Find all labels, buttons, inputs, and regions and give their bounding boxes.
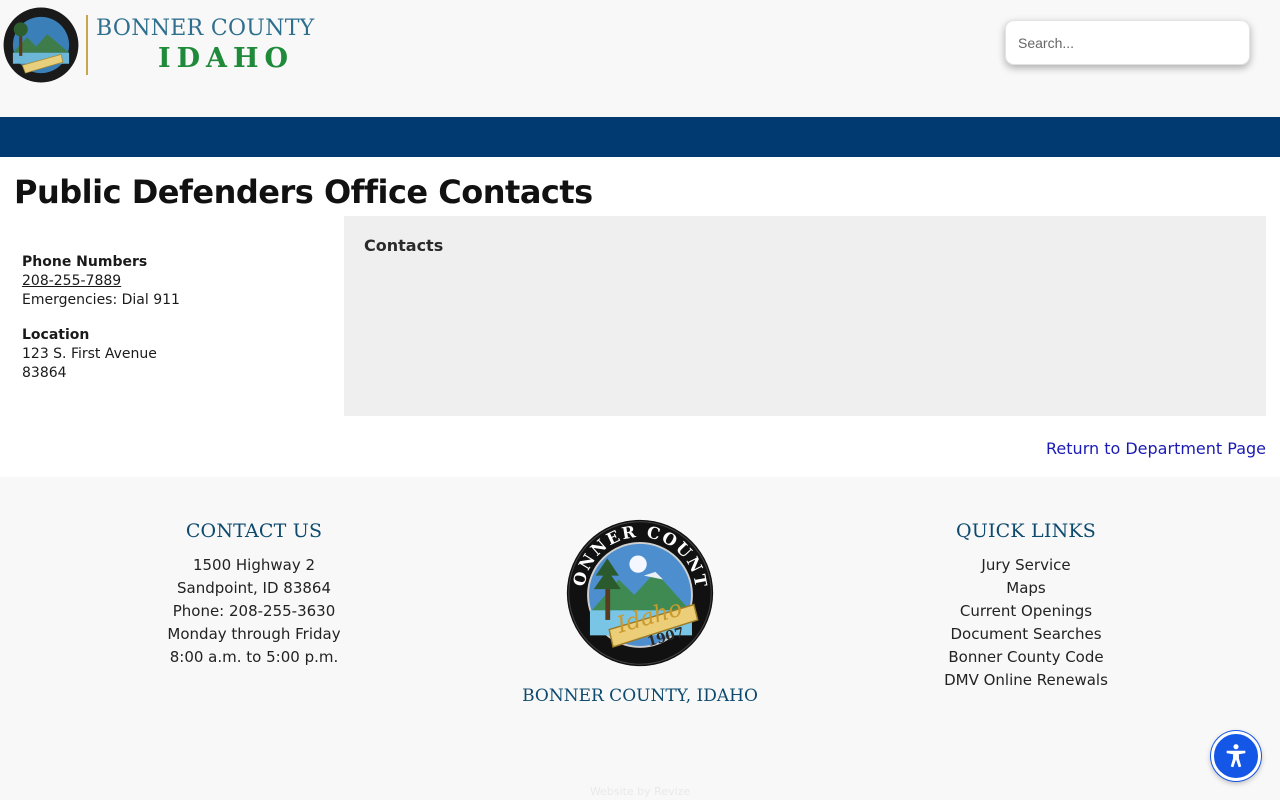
- quick-links-heading: QUICK LINKS: [955, 520, 1097, 542]
- logo-text: BONNER COUNTY IDAHO: [96, 16, 315, 74]
- seal-caption: BONNER COUNTY, IDAHO: [522, 686, 758, 706]
- main-content: Public Defenders Office Contacts Phone N…: [0, 157, 1280, 477]
- link-dmv-renewals[interactable]: DMV Online Renewals: [906, 669, 1146, 692]
- location-section: Location 123 S. First Avenue 83864: [22, 326, 180, 383]
- search-box: [1005, 20, 1250, 65]
- address-zip: 83864: [22, 365, 67, 381]
- logo-divider: [86, 15, 88, 75]
- contact-phone: Phone: 208-255-3630: [172, 602, 336, 620]
- phone-number-link[interactable]: 208-255-7889: [22, 273, 121, 289]
- site-footer: CONTACT US 1500 Highway 2 Sandpoint, ID …: [0, 477, 1280, 800]
- contact-city: Sandpoint, ID 83864: [177, 579, 331, 597]
- contact-heading: CONTACT US: [185, 520, 323, 542]
- logo-state-name: IDAHO: [158, 43, 295, 74]
- office-info: Phone Numbers 208-255-7889 Emergencies: …: [22, 253, 180, 399]
- link-current-openings[interactable]: Current Openings: [906, 600, 1146, 623]
- emergency-text: Emergencies: Dial 911: [22, 292, 180, 308]
- link-document-searches[interactable]: Document Searches: [906, 623, 1146, 646]
- accessibility-button[interactable]: [1211, 731, 1261, 781]
- page-title: Public Defenders Office Contacts: [14, 173, 593, 211]
- phone-section: Phone Numbers 208-255-7889 Emergencies: …: [22, 253, 180, 310]
- link-maps[interactable]: Maps: [906, 577, 1146, 600]
- contacts-heading: Contacts: [364, 236, 444, 255]
- address-line: 123 S. First Avenue: [22, 346, 157, 362]
- accessibility-person-icon: [1226, 744, 1246, 768]
- website-credit[interactable]: Website by Revize: [540, 785, 740, 798]
- phone-label: Phone Numbers: [22, 254, 148, 270]
- contact-days: Monday through Friday: [167, 625, 341, 643]
- county-seal-icon: [3, 7, 79, 83]
- search-input[interactable]: [1006, 21, 1249, 64]
- location-label: Location: [22, 327, 90, 343]
- county-seal-icon: BONNER COUNTY Idaho 1907: [563, 516, 714, 667]
- link-county-code[interactable]: Bonner County Code: [906, 646, 1146, 669]
- footer-contact: CONTACT US 1500 Highway 2 Sandpoint, ID …: [134, 520, 374, 669]
- link-jury-service[interactable]: Jury Service: [906, 554, 1146, 577]
- contact-hours: 8:00 a.m. to 5:00 p.m.: [169, 648, 339, 666]
- site-header: BONNER COUNTY IDAHO: [0, 0, 1280, 117]
- return-to-department-link[interactable]: Return to Department Page: [1046, 439, 1266, 458]
- site-logo[interactable]: BONNER COUNTY IDAHO: [2, 6, 315, 84]
- contact-address: 1500 Highway 2: [192, 556, 316, 574]
- contacts-panel: Contacts: [344, 216, 1266, 416]
- footer-quick-links: QUICK LINKS Jury Service Maps Current Op…: [906, 520, 1146, 692]
- main-navigation-bar: [0, 117, 1280, 157]
- logo-county-name: BONNER COUNTY: [96, 16, 315, 41]
